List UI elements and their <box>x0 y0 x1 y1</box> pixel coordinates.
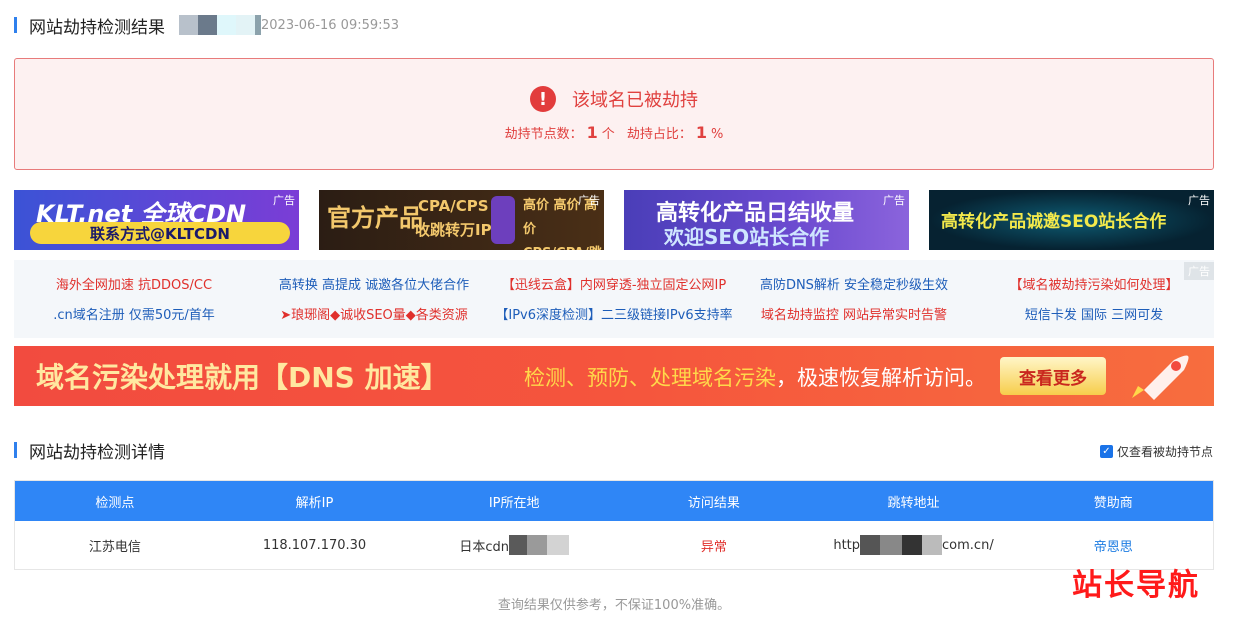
column-header: 访问结果 <box>687 495 740 511</box>
ad-official-left: 官方产品 <box>327 204 423 232</box>
cell-result: 异常 <box>700 539 727 555</box>
ad-klt-contact: 联系方式@KLTCDN <box>30 222 290 244</box>
text-link[interactable]: 域名劫持监控 网站异常实时告警 <box>734 304 974 323</box>
result-section-header: 网站劫持检测结果 2023-06-16 09:59:53 <box>14 14 400 38</box>
ad-banner-klt-cdn[interactable]: KLT.net 全球CDN 联系方式@KLTCDN 广告 <box>14 190 299 250</box>
ad-seo-line1: 高转化产品诚邀SEO站长合作 <box>941 212 1167 232</box>
masked-ip-location <box>509 535 569 555</box>
nodes-count: 1 <box>586 123 598 142</box>
nodes-label: 劫持节点数： <box>504 127 583 142</box>
text-link-ads: 广告 海外全网加速 抗DDOS/CC 高转换 高提成 诚邀各位大佬合作 【迅线云… <box>14 260 1214 338</box>
details-section-header: 网站劫持检测详情 <box>14 439 165 463</box>
text-link[interactable]: 高防DNS解析 安全稳定秒级生效 <box>734 274 974 293</box>
column-header: IP所在地 <box>488 495 540 511</box>
redirect-suffix: com.cn/ <box>942 537 994 553</box>
result-message: 该域名已被劫持 <box>572 90 698 111</box>
ad-tag: 广告 <box>1188 194 1210 207</box>
checkbox-checked-icon[interactable]: ✓ <box>1100 445 1113 458</box>
table-row: 江苏电信 118.107.170.30 日本cdn 异常 http com.cn… <box>15 521 1213 569</box>
ad-tag: 广告 <box>883 194 905 207</box>
text-link[interactable]: 【IPv6深度检测】二三级链接IPv6支持率 <box>494 304 734 323</box>
column-header: 解析IP <box>295 495 334 511</box>
only-hijacked-filter[interactable]: ✓ 仅查看被劫持节点 <box>1100 443 1213 460</box>
only-hijacked-label: 仅查看被劫持节点 <box>1117 445 1214 459</box>
redirect-prefix: http <box>833 537 861 553</box>
result-stats: 劫持节点数： 1 个 劫持占比： 1% <box>15 123 1213 142</box>
column-header: 跳转地址 <box>887 495 940 511</box>
text-link[interactable]: 高转换 高提成 诚邀各位大佬合作 <box>254 274 494 293</box>
banner-desc-highlight: 检测、预防、处理域名污染 <box>524 366 776 390</box>
masked-domain <box>179 15 261 35</box>
banner-headline: 域名污染处理就用【DNS 加速】 <box>36 361 449 394</box>
nodes-unit: 个 <box>601 127 615 142</box>
column-header: 赞助商 <box>1093 495 1133 511</box>
ad-tag: 广告 <box>578 194 600 207</box>
section-accent-bar <box>14 17 17 33</box>
ad-official-logo-icon <box>491 196 515 244</box>
view-more-button[interactable]: 查看更多 <box>1000 357 1106 395</box>
text-link[interactable]: 【迅线云盒】内网穿透-独立固定公网IP <box>494 274 734 293</box>
text-link[interactable]: ➤琅琊阁◆诚收SEO量◆各类资源 <box>254 304 494 323</box>
detection-details-table: 检测点 解析IP IP所在地 访问结果 跳转地址 赞助商 江苏电信 118.10… <box>14 480 1214 570</box>
ad-banner-official-product[interactable]: 官方产品 CPA/CPS 收跳转万IP 高价 高价 高价 CPS/CPA/跳转 … <box>319 190 604 250</box>
dns-acceleration-banner[interactable]: 域名污染处理就用【DNS 加速】 检测、预防、处理域名污染，极速恢复解析访问。 … <box>14 346 1214 406</box>
text-link[interactable]: 【域名被劫持污染如何处理】 <box>974 274 1214 293</box>
ratio-unit: % <box>711 127 724 142</box>
cell-redirect: http com.cn/ <box>814 521 1014 569</box>
table-header: 检测点 解析IP IP所在地 访问结果 跳转地址 赞助商 <box>15 481 1213 521</box>
cell-location: 江苏电信 <box>88 539 141 555</box>
text-link[interactable]: 短信卡发 国际 三网可发 <box>974 304 1214 323</box>
column-header: 检测点 <box>95 495 135 511</box>
ip-location-text: 日本cdn <box>459 539 509 555</box>
exclamation-icon: ! <box>530 86 556 112</box>
site-watermark: 站长导航 <box>1072 568 1200 603</box>
text-link[interactable]: .cn域名注册 仅需50元/首年 <box>14 304 254 323</box>
banner-desc-rest: ，极速恢复解析访问。 <box>776 366 986 390</box>
ad-tag: 广告 <box>273 194 295 207</box>
ad-banner-conversion[interactable]: 高转化产品日结收量 欢迎SEO站长合作 广告 <box>624 190 909 250</box>
ad-conversion-line2: 欢迎SEO站长合作 <box>664 225 830 249</box>
section-accent-bar <box>14 442 17 458</box>
hijack-result-panel: ! 该域名已被劫持 劫持节点数： 1 个 劫持占比： 1% <box>14 58 1214 170</box>
banner-description: 检测、预防、处理域名污染，极速恢复解析访问。 <box>524 362 986 392</box>
ad-banner-seo[interactable]: 高转化产品诚邀SEO站长合作 广告 <box>929 190 1214 250</box>
ratio-value: 1 <box>695 123 708 142</box>
details-title: 网站劫持检测详情 <box>29 442 165 463</box>
check-timestamp: 2023-06-16 09:59:53 <box>261 17 400 33</box>
rocket-icon <box>1132 355 1189 400</box>
text-link-row: .cn域名注册 仅需50元/首年 ➤琅琊阁◆诚收SEO量◆各类资源 【IPv6深… <box>14 304 1214 323</box>
text-link-row: 海外全网加速 抗DDOS/CC 高转换 高提成 诚邀各位大佬合作 【迅线云盒】内… <box>14 274 1214 293</box>
footer-disclaimer: 查询结果仅供参考，不保证100%准确。 <box>497 598 731 613</box>
page-title: 网站劫持检测结果 <box>29 17 165 38</box>
ratio-label: 劫持占比： <box>626 127 692 142</box>
masked-redirect <box>860 535 943 555</box>
cell-ip-location: 日本cdn <box>414 521 614 569</box>
ad-official-mid: CPA/CPS 收跳转万IP <box>415 197 492 239</box>
cell-ip: 118.107.170.30 <box>262 537 367 553</box>
text-link[interactable]: 海外全网加速 抗DDOS/CC <box>14 274 254 293</box>
